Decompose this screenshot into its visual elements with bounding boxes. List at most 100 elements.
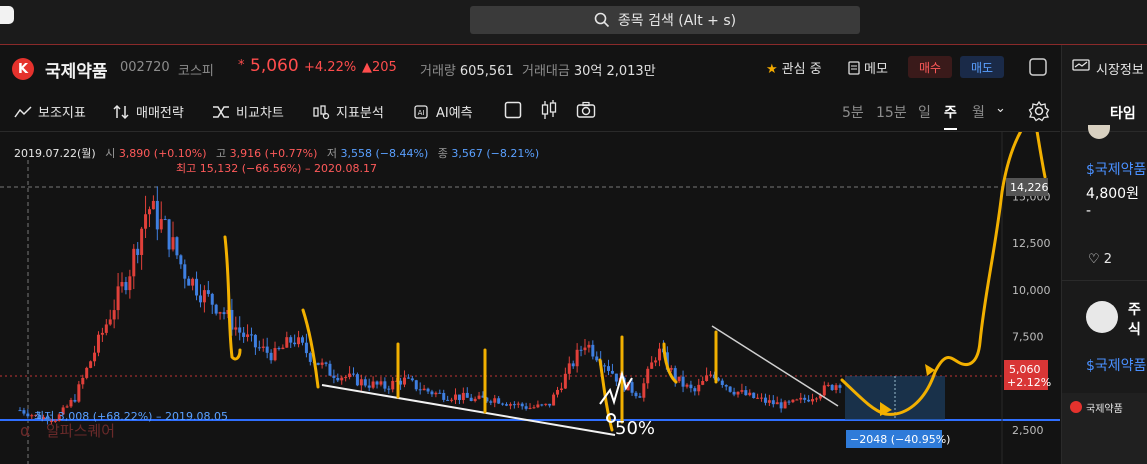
right-panel: 시장정보 타임 $국제약품 4,800원 - ♡ 2 주식 $국제약품 국제약품 bbox=[1061, 45, 1147, 464]
period-15min[interactable]: 15분 bbox=[876, 102, 907, 122]
candle-body bbox=[136, 248, 140, 255]
ai-chip-icon: AI bbox=[414, 104, 428, 119]
candle-body bbox=[505, 404, 509, 406]
candle-body bbox=[159, 219, 163, 230]
candle-body bbox=[375, 381, 379, 385]
candle-body bbox=[183, 264, 187, 279]
period-month[interactable]: 월 bbox=[972, 102, 985, 122]
market-info-button[interactable]: 시장정보 bbox=[1072, 59, 1144, 78]
candle-body bbox=[536, 404, 540, 408]
candle-body bbox=[454, 394, 458, 400]
chevron-down-icon[interactable]: ⌄ bbox=[995, 101, 1006, 116]
candle-body bbox=[418, 389, 422, 391]
candle-body bbox=[689, 384, 693, 389]
post-user[interactable]: 주식 bbox=[1128, 299, 1147, 339]
search-input[interactable]: 종목 검색 (Alt + s) bbox=[470, 6, 860, 34]
candle-body bbox=[697, 384, 701, 392]
heart-icon: ♡ bbox=[1088, 252, 1100, 267]
candle-body bbox=[457, 394, 461, 401]
candle-body bbox=[603, 365, 607, 367]
candle-body bbox=[469, 397, 473, 402]
stock-market: 코스피 bbox=[178, 64, 214, 79]
app-logo[interactable] bbox=[0, 6, 14, 24]
chart-canvas[interactable]: 50% 15,00012,50010,0007,5005,0002,500 14… bbox=[0, 132, 1060, 464]
compare-button[interactable]: 비교차트 bbox=[212, 102, 284, 121]
buy-button[interactable]: 매수 bbox=[908, 56, 952, 78]
candle-body bbox=[340, 377, 344, 381]
candle-body bbox=[693, 388, 697, 392]
window-icon[interactable] bbox=[1028, 57, 1048, 77]
candle-body bbox=[473, 398, 477, 402]
period-day[interactable]: 일 bbox=[918, 102, 931, 122]
trendline-lower bbox=[321, 384, 616, 436]
sell-button[interactable]: 매도 bbox=[960, 56, 1004, 78]
candle-body bbox=[210, 293, 214, 305]
candle-body bbox=[402, 377, 406, 385]
candle-body bbox=[501, 403, 505, 405]
candle-body bbox=[163, 219, 167, 221]
analysis-label: 지표분석 bbox=[336, 106, 384, 121]
candle-body bbox=[677, 376, 681, 382]
change-amount: ▲205 bbox=[362, 60, 397, 75]
candle-body bbox=[328, 363, 332, 376]
candle-body bbox=[140, 228, 144, 255]
stock-code: 002720 bbox=[120, 60, 170, 75]
market-info-label: 시장정보 bbox=[1096, 63, 1144, 78]
price-chart[interactable]: 2019.07.22(월) 시 3,890 (+0.10%) 고 3,916 (… bbox=[0, 132, 1060, 464]
gear-icon[interactable] bbox=[1028, 100, 1050, 122]
candle-body bbox=[399, 380, 403, 385]
candle-body bbox=[238, 327, 242, 333]
period-week[interactable]: 주 bbox=[944, 102, 957, 130]
candle-body bbox=[391, 380, 395, 390]
stock-name[interactable]: 국제약품 bbox=[45, 57, 108, 82]
mini-chart-card[interactable]: 국제약품 bbox=[1062, 393, 1147, 464]
candle-body bbox=[171, 237, 175, 250]
avatar bbox=[1088, 125, 1110, 139]
candle-body bbox=[206, 290, 210, 294]
tab-timeline[interactable]: 타임 bbox=[1110, 103, 1136, 123]
indicator-label: 보조지표 bbox=[38, 106, 86, 121]
indicator-button[interactable]: 보조지표 bbox=[14, 102, 86, 121]
candle-body bbox=[30, 415, 34, 417]
mini-title: 국제약품 bbox=[1086, 404, 1123, 415]
candle-body bbox=[434, 392, 438, 395]
volume-label: 거래량 bbox=[420, 64, 456, 79]
volume-value: 605,561 bbox=[459, 64, 514, 79]
candle-body bbox=[587, 344, 591, 348]
candle-body bbox=[222, 312, 226, 315]
candle-body bbox=[179, 255, 183, 265]
strategy-button[interactable]: 매매전략 bbox=[112, 102, 184, 121]
candle-body bbox=[528, 407, 532, 409]
post-ticker[interactable]: $국제약품 bbox=[1086, 355, 1146, 375]
current-price: 5,060 bbox=[250, 56, 299, 76]
y-tick-label: 10,000 bbox=[1012, 284, 1051, 297]
watchlist-button[interactable]: ★ 관심 중 bbox=[766, 58, 822, 77]
candle-body bbox=[646, 368, 650, 384]
candle-body bbox=[783, 401, 787, 409]
camera-icon[interactable] bbox=[576, 101, 596, 119]
candle-body bbox=[112, 310, 116, 320]
memo-button[interactable]: 메모 bbox=[848, 58, 888, 77]
post-ticker[interactable]: $국제약품 bbox=[1086, 159, 1146, 179]
like-button[interactable]: ♡ 2 bbox=[1088, 252, 1112, 267]
candle-body bbox=[89, 361, 93, 368]
avatar bbox=[1086, 301, 1118, 333]
candle-body bbox=[748, 392, 752, 396]
period-5min[interactable]: 5분 bbox=[842, 102, 864, 122]
candle-body bbox=[104, 324, 108, 333]
ai-predict-button[interactable]: AI AI예측 bbox=[412, 102, 473, 121]
search-icon bbox=[594, 12, 609, 28]
candle-body bbox=[65, 406, 69, 408]
trade-amount-label: 거래대금 bbox=[522, 64, 570, 79]
trade-amount: 거래대금 30억 2,013만 bbox=[522, 60, 656, 79]
candlestick-icon[interactable] bbox=[540, 99, 558, 121]
candle-body bbox=[736, 391, 740, 395]
chart-toolbar: 보조지표 매매전략 비교차트 지표분석 AI AI예측 5분 15분 일 주 월… bbox=[0, 91, 1060, 132]
analysis-button[interactable]: 지표분석 bbox=[312, 102, 384, 121]
candle-body bbox=[756, 397, 760, 399]
candle-body bbox=[524, 406, 528, 409]
candle-body bbox=[752, 392, 756, 399]
candle-body bbox=[406, 377, 410, 379]
stock-info-bar: K 국제약품 002720 코스피 * 5,060 +4.22% ▲205 거래… bbox=[0, 45, 1060, 91]
square-draw-icon[interactable] bbox=[504, 101, 522, 119]
